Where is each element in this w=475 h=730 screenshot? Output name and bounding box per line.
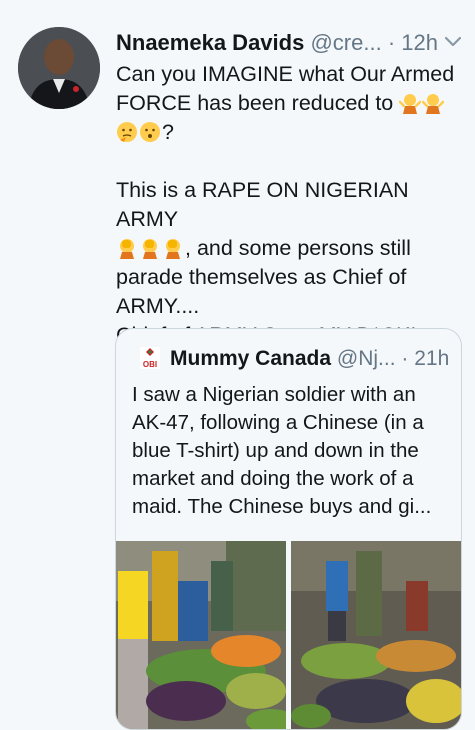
avatar-photo [18,27,100,109]
tweet-line: , and some persons still [185,236,411,260]
tweet-text: Can you IMAGINE what Our Armed FORCE has… [116,60,461,350]
tweet[interactable]: Nnaemeka Davids @cre... · 12h Can you IM… [0,0,475,730]
quoted-tweet-text: I saw a Nigerian soldier with an AK-47, … [132,383,432,518]
quoted-header: Mummy Canada @Nj... · 21h [170,347,449,371]
quoted-tweet[interactable]: OBI Mummy Canada @Nj... · 21h I saw a Ni… [115,328,462,730]
thinking-face-icon [117,122,137,142]
tweet-line: This is a RAPE ON NIGERIAN ARMY [116,178,409,231]
person-shrugging-icon [422,94,445,114]
tweet-time[interactable]: 12h [401,30,438,55]
quoted-author-avatar[interactable]: OBI [140,347,160,369]
tweet-line: ARMY.... [116,294,200,318]
face-palm-icon [166,239,180,259]
market-photo-left[interactable] [116,541,296,729]
separator-dot: · [401,347,409,370]
chevron-down-icon[interactable] [443,30,463,54]
quoted-author-name[interactable]: Mummy Canada [170,347,331,370]
quoted-author-handle[interactable]: @Nj... [337,347,396,370]
media-divider [286,541,291,729]
author-avatar[interactable] [18,27,100,109]
tweet-line: Can you IMAGINE what Our Armed [116,62,455,86]
quoted-avatar-text: OBI [143,360,157,369]
quoted-tweet-time[interactable]: 21h [414,347,449,370]
quoted-media[interactable] [116,541,461,729]
author-name[interactable]: Nnaemeka Davids [116,30,304,55]
tweet-line: parade themselves as Chief of [116,265,407,289]
person-shrugging-icon [399,94,422,114]
face-palm-icon [143,239,157,259]
author-handle[interactable]: @cre... [310,30,381,55]
face-palm-icon [120,239,134,259]
confused-face-icon [140,122,160,142]
separator-dot: · [387,30,396,55]
market-photo-right[interactable] [291,541,461,729]
tweet-header: Nnaemeka Davids @cre... · 12h [116,30,461,60]
tweet-line: FORCE has been reduced to [116,91,394,115]
tweet-line: ? [162,120,174,144]
